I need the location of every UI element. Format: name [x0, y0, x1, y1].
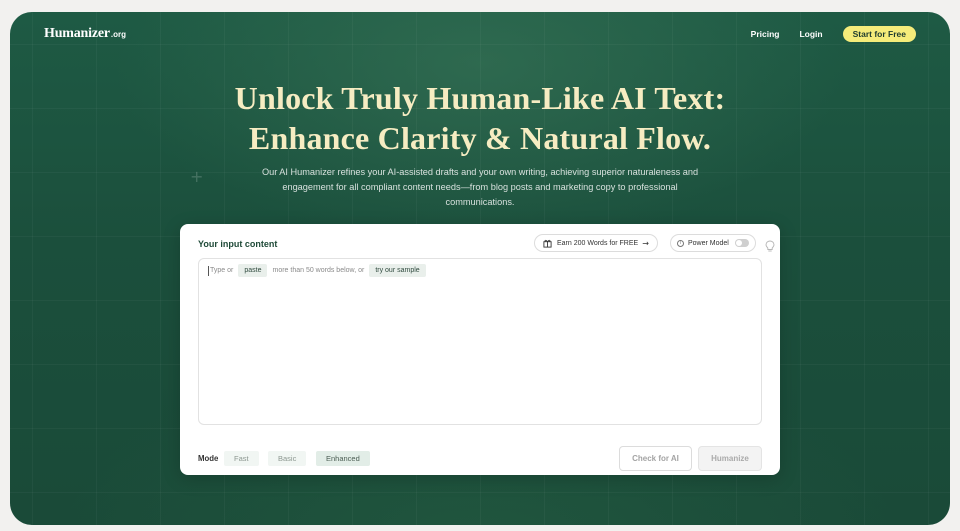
nav-login-link[interactable]: Login — [799, 29, 822, 39]
gift-icon — [543, 239, 552, 248]
logo[interactable]: Humanizer .org — [44, 26, 126, 42]
hero-title-line-1: Unlock Truly Human-Like AI Text: — [234, 80, 726, 116]
check-for-ai-button[interactable]: Check for AI — [619, 446, 692, 471]
content-input-area[interactable]: Type or paste more than 50 words below, … — [198, 258, 762, 425]
humanize-button[interactable]: Humanize — [698, 446, 762, 471]
nav-pricing-link[interactable]: Pricing — [751, 29, 780, 39]
placeholder-prefix: Type or — [210, 267, 234, 274]
power-model-toggle[interactable] — [734, 239, 749, 247]
info-icon[interactable]: i — [677, 239, 684, 247]
lightbulb-icon[interactable] — [765, 240, 775, 252]
earn-words-button[interactable]: Earn 200 Words for FREE → — [534, 234, 658, 252]
input-card: Your input content Earn 200 Words for FR… — [180, 224, 780, 475]
mode-basic-button[interactable]: Basic — [268, 451, 307, 466]
power-model-label: Power Model — [688, 239, 729, 247]
paste-chip[interactable]: paste — [238, 264, 268, 277]
hero-title: Unlock Truly Human-Like AI Text: Enhance… — [10, 78, 950, 158]
mode-label: Mode — [198, 454, 219, 463]
logo-wordmark: Humanizer — [44, 26, 110, 41]
logo-suffix: .org — [110, 30, 126, 39]
input-placeholder: Type or paste more than 50 words below, … — [208, 264, 431, 277]
hero-title-line-2: Enhance Clarity & Natural Flow. — [248, 120, 712, 156]
text-caret — [208, 265, 209, 276]
hero-subtitle: Our AI Humanizer refines your AI-assiste… — [261, 167, 699, 207]
power-model-control: i Power Model — [670, 234, 756, 252]
plus-decoration-icon: + — [190, 167, 204, 186]
mode-fast-button[interactable]: Fast — [224, 451, 259, 466]
try-sample-chip[interactable]: try our sample — [369, 264, 426, 277]
placeholder-middle: more than 50 words below, or — [272, 267, 365, 274]
arrow-right-icon: → — [642, 238, 649, 248]
mode-enhanced-button[interactable]: Enhanced — [316, 451, 370, 466]
card-title: Your input content — [198, 239, 278, 249]
top-nav: Pricing Login Start for Free — [751, 26, 916, 42]
start-free-button[interactable]: Start for Free — [842, 26, 916, 42]
earn-words-label: Earn 200 Words for FREE — [557, 239, 639, 247]
page-frame: + Humanizer .org Pricing Login Start for… — [10, 12, 950, 525]
